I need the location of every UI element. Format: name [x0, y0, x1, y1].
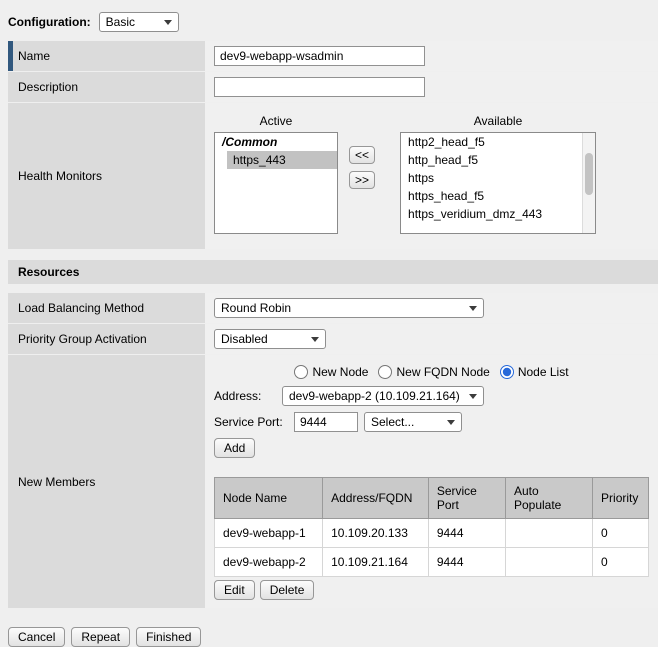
edit-delete-buttons: Edit Delete — [214, 580, 314, 600]
new-members-row: New Members New Node New FQDN Node Node … — [8, 355, 658, 608]
scrollbar-thumb[interactable] — [585, 153, 593, 195]
address-select-wrap: dev9-webapp-2 (10.109.21.164) — [282, 386, 484, 406]
address-label: Address: — [214, 389, 276, 403]
available-title: Available — [474, 114, 522, 128]
active-monitors-listbox[interactable]: /Common https_443 — [214, 132, 338, 234]
active-title: Active — [260, 114, 293, 128]
resources-panel: Load Balancing Method Round Robin Priori… — [8, 293, 658, 608]
priority-group-select[interactable]: Disabled — [214, 329, 326, 349]
service-port-input[interactable] — [294, 412, 358, 432]
address-select[interactable]: dev9-webapp-2 (10.109.21.164) — [282, 386, 484, 406]
load-balancing-row: Load Balancing Method Round Robin — [8, 293, 658, 323]
service-port-label: Service Port: — [214, 415, 288, 429]
cell-service-port: 9444 — [428, 519, 505, 548]
description-input[interactable] — [214, 77, 425, 97]
column-header-priority: Priority — [593, 478, 649, 519]
configuration-select-wrap: Basic — [99, 12, 179, 32]
monitor-move-buttons: << >> — [349, 146, 375, 189]
new-fqdn-node-radio-input[interactable] — [378, 365, 392, 379]
address-line: Address: dev9-webapp-2 (10.109.21.164) — [214, 386, 484, 406]
description-content — [205, 72, 658, 102]
table-row[interactable]: dev9-webapp-1 10.109.20.133 9444 0 — [215, 519, 649, 548]
health-monitors-label: Health Monitors — [8, 103, 205, 249]
cell-node-name: dev9-webapp-1 — [215, 519, 323, 548]
active-monitors-column: Active /Common https_443 — [214, 114, 338, 234]
description-label: Description — [8, 72, 205, 102]
table-row[interactable]: dev9-webapp-2 10.109.21.164 9444 0 — [215, 548, 649, 577]
name-content — [205, 41, 658, 71]
service-select-wrap: Select... — [364, 412, 462, 432]
priority-group-content: Disabled — [205, 324, 658, 354]
general-panel: Name Description Health Monitors Active … — [8, 41, 658, 249]
available-monitor-item[interactable]: https_veridium_dmz_443 — [401, 205, 581, 223]
column-header-auto-populate: Auto Populate — [505, 478, 592, 519]
cell-address: 10.109.20.133 — [323, 519, 429, 548]
health-monitors-widget: Active /Common https_443 << >> Available… — [214, 108, 596, 244]
configuration-bar: Configuration: Basic — [0, 0, 658, 41]
priority-group-row: Priority Group Activation Disabled — [8, 324, 658, 354]
available-monitors-scrollbar[interactable] — [582, 133, 595, 233]
configuration-select[interactable]: Basic — [99, 12, 179, 32]
radio-label: New Node — [312, 365, 368, 379]
load-balancing-label: Load Balancing Method — [8, 293, 205, 323]
monitor-partition-item[interactable]: /Common — [215, 133, 337, 151]
load-balancing-select-wrap: Round Robin — [214, 298, 484, 318]
members-table-header-row: Node Name Address/FQDN Service Port Auto… — [215, 478, 649, 519]
cell-auto-populate — [505, 519, 592, 548]
description-row: Description — [8, 72, 658, 102]
load-balancing-content: Round Robin — [205, 293, 658, 323]
cell-node-name: dev9-webapp-2 — [215, 548, 323, 577]
available-monitor-item[interactable]: http2_head_f5 — [401, 133, 581, 151]
footer-buttons: Cancel Repeat Finished — [0, 609, 658, 647]
active-monitor-item[interactable]: https_443 — [227, 151, 337, 169]
radio-label: New FQDN Node — [396, 365, 489, 379]
radio-label: Node List — [518, 365, 569, 379]
available-monitors-column: Available http2_head_f5 http_head_f5 htt… — [400, 114, 596, 234]
add-line: Add — [214, 438, 255, 458]
cell-priority: 0 — [593, 548, 649, 577]
move-to-active-button[interactable]: << — [349, 146, 375, 164]
load-balancing-select[interactable]: Round Robin — [214, 298, 484, 318]
column-header-service-port: Service Port — [428, 478, 505, 519]
new-node-radio-input[interactable] — [294, 365, 308, 379]
repeat-button[interactable]: Repeat — [71, 627, 130, 647]
column-header-node-name: Node Name — [215, 478, 323, 519]
delete-button[interactable]: Delete — [260, 580, 315, 600]
section-gap — [0, 250, 658, 260]
name-row: Name — [8, 41, 658, 71]
health-monitors-content: Active /Common https_443 << >> Available… — [205, 103, 658, 249]
move-to-available-button[interactable]: >> — [349, 171, 375, 189]
configuration-label: Configuration: — [8, 15, 91, 29]
service-select[interactable]: Select... — [364, 412, 462, 432]
edit-button[interactable]: Edit — [214, 580, 255, 600]
available-monitors-list: http2_head_f5 http_head_f5 https https_h… — [401, 133, 595, 223]
available-monitors-listbox[interactable]: http2_head_f5 http_head_f5 https https_h… — [400, 132, 596, 234]
cell-service-port: 9444 — [428, 548, 505, 577]
resources-header: Resources — [8, 260, 658, 284]
new-members-content: New Node New FQDN Node Node List Address… — [205, 355, 658, 608]
members-table: Node Name Address/FQDN Service Port Auto… — [214, 477, 649, 577]
cell-auto-populate — [505, 548, 592, 577]
name-label: Name — [8, 41, 205, 71]
finished-button[interactable]: Finished — [136, 627, 201, 647]
available-monitor-item[interactable]: http_head_f5 — [401, 151, 581, 169]
cancel-button[interactable]: Cancel — [8, 627, 65, 647]
cell-priority: 0 — [593, 519, 649, 548]
health-monitors-row: Health Monitors Active /Common https_443… — [8, 103, 658, 249]
column-header-address-fqdn: Address/FQDN — [323, 478, 429, 519]
name-input[interactable] — [214, 46, 425, 66]
radio-new-node[interactable]: New Node — [294, 365, 368, 379]
node-type-radio-group: New Node New FQDN Node Node List — [294, 365, 568, 379]
available-monitor-item[interactable]: https — [401, 169, 581, 187]
add-button[interactable]: Add — [214, 438, 255, 458]
new-members-label: New Members — [8, 355, 205, 608]
cell-address: 10.109.21.164 — [323, 548, 429, 577]
service-port-line: Service Port: Select... — [214, 412, 462, 432]
priority-group-select-wrap: Disabled — [214, 329, 326, 349]
available-monitor-item[interactable]: https_head_f5 — [401, 187, 581, 205]
radio-node-list[interactable]: Node List — [500, 365, 569, 379]
node-list-radio-input[interactable] — [500, 365, 514, 379]
priority-group-label: Priority Group Activation — [8, 324, 205, 354]
radio-new-fqdn-node[interactable]: New FQDN Node — [378, 365, 489, 379]
